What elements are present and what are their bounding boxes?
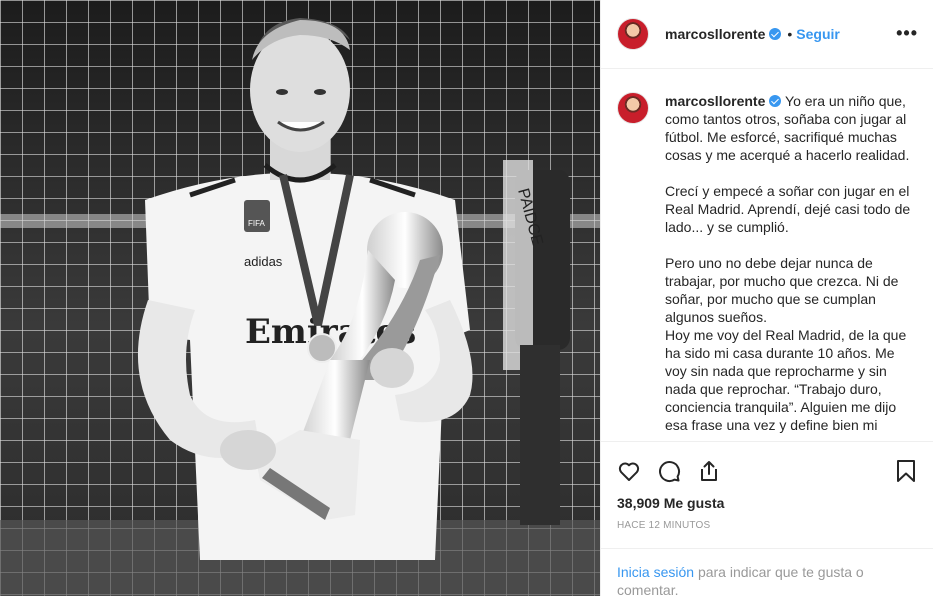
fifa-badge-text: FIFA <box>248 219 266 228</box>
post-header: marcosllorente • Seguir ••• <box>601 0 933 69</box>
player-trophy-image: PAIDCE FIFA adidas Emirates <box>0 0 600 596</box>
login-prompt: Inicia sesión para indicar que te gusta … <box>601 548 933 599</box>
comment-icon[interactable] <box>657 459 681 483</box>
post-photo[interactable]: PAIDCE FIFA adidas Emirates <box>0 0 600 596</box>
post-timestamp[interactable]: HACE 12 MINUTOS <box>617 520 710 531</box>
caption-avatar[interactable] <box>617 92 649 124</box>
heart-icon[interactable] <box>617 459 641 483</box>
caption-row: marcosllorente Yo era un niño que, como … <box>617 92 918 434</box>
share-icon[interactable] <box>697 459 721 483</box>
action-icons <box>617 459 721 483</box>
verified-badge-icon <box>769 28 782 40</box>
verified-badge-icon <box>769 95 782 107</box>
login-link[interactable]: Inicia sesión <box>617 564 694 580</box>
follow-button[interactable]: Seguir <box>796 26 840 42</box>
author-avatar[interactable] <box>617 18 649 50</box>
caption-username[interactable]: marcosllorente <box>665 93 765 109</box>
brand-text: adidas <box>244 254 283 269</box>
instagram-post: PAIDCE FIFA adidas Emirates marcoslloren… <box>0 0 933 599</box>
author-username[interactable]: marcosllorente <box>665 26 765 42</box>
more-options-icon[interactable]: ••• <box>896 24 918 42</box>
caption: marcosllorente Yo era un niño que, como … <box>665 92 918 434</box>
comments-section[interactable]: marcosllorente Yo era un niño que, como … <box>601 70 933 441</box>
bookmark-icon[interactable] <box>894 459 918 483</box>
post-actions: 38,909 Me gusta HACE 12 MINUTOS Inicia s… <box>601 441 933 599</box>
post-side-panel: marcosllorente • Seguir ••• marcoslloren… <box>600 0 933 599</box>
likes-number: 38,909 <box>617 495 660 511</box>
separator-dot: • <box>787 26 793 42</box>
likes-count[interactable]: 38,909 Me gusta <box>617 495 724 511</box>
likes-label: Me gusta <box>663 495 725 511</box>
caption-text: Yo era un niño que, como tantos otros, s… <box>665 93 911 433</box>
